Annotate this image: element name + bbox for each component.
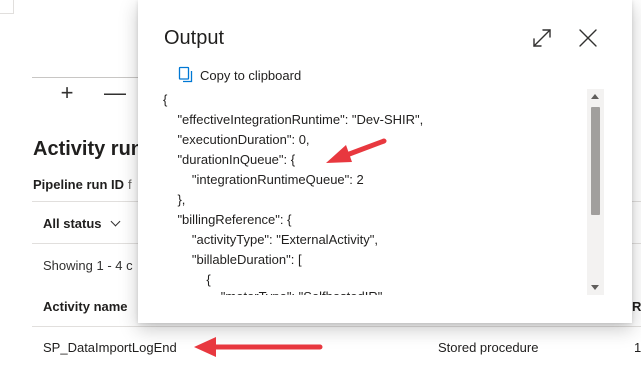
code-line: "executionDuration": 0, [163,132,310,147]
copy-to-clipboard-button[interactable]: Copy to clipboard [178,66,301,84]
status-filter-label: All status [43,216,102,231]
code-line: "durationInQueue": { [163,152,296,167]
status-filter-dropdown[interactable]: All status [43,216,120,231]
json-code: { "effectiveIntegrationRuntime": "Dev-SH… [163,89,588,295]
code-line: { [163,92,168,107]
close-icon[interactable] [575,25,601,51]
code-line: }, [163,192,186,207]
remove-button[interactable]: — [103,80,127,106]
section-title: Activity run [33,138,144,160]
table-header-divider [32,326,641,327]
pipeline-run-id-label: Pipeline run ID [33,177,125,192]
scroll-down-arrow-icon[interactable] [591,285,599,290]
pipeline-run-id-value: f [128,177,132,192]
code-line: "integrationRuntimeQueue": 2 [163,172,364,187]
code-line: "activityType": "ExternalActivity", [163,232,378,247]
activity-name-link[interactable]: SP_DataImportLogEnd [43,340,177,355]
activity-type-cell: Stored procedure [438,340,539,355]
vertical-scrollbar[interactable] [587,89,604,295]
add-button[interactable]: + [55,80,79,106]
code-line: "billingReference": { [163,212,292,227]
pipeline-run-id: Pipeline run ID f [33,177,132,192]
page-frame-corner [0,0,14,14]
copy-to-clipboard-label: Copy to clipboard [200,67,302,83]
output-dialog: Output Copy to clipboard {"effectiveInt… [138,0,632,323]
dialog-title: Output [164,27,225,49]
showing-count: Showing 1 - 4 c [43,258,133,273]
scrollbar-thumb[interactable] [591,107,600,215]
output-json-viewer[interactable]: { "effectiveIntegrationRuntime": "Dev-SH… [159,89,608,295]
scroll-up-arrow-icon[interactable] [591,94,599,99]
copy-icon [178,66,193,83]
column-header-activity-name[interactable]: Activity name [43,299,128,314]
table-cell-partial: 1 [634,340,641,355]
chevron-down-icon [110,216,120,227]
column-header-partial[interactable]: R [632,299,641,314]
code-line: "effectiveIntegrationRuntime": "Dev-SHIR… [163,112,424,127]
expand-icon[interactable] [529,25,555,51]
code-line: "meterType": "SelfhostedIR", [163,287,386,295]
code-line: "billableDuration": [ [163,252,302,267]
toolbar-divider [32,77,152,78]
